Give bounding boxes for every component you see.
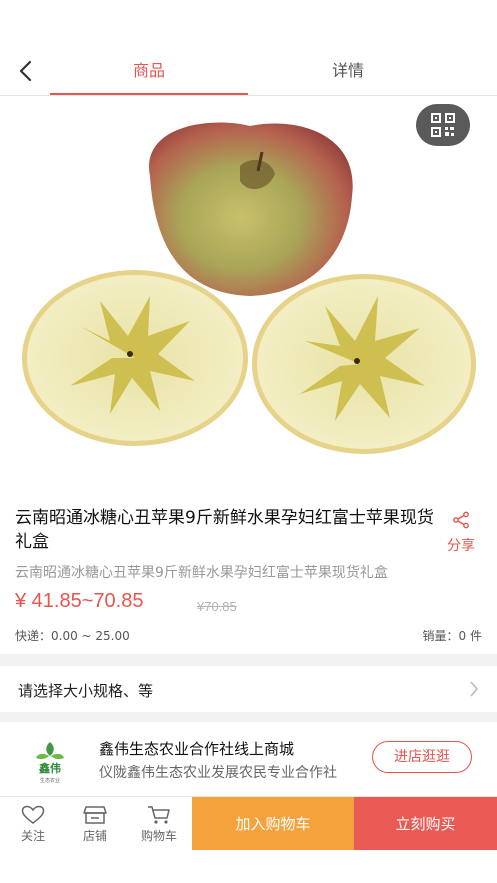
cart-icon [148, 806, 170, 824]
divider [0, 654, 497, 666]
top-nav: 商品 详情 [0, 46, 497, 96]
bottom-action-bar: 关注 店铺 购物车 加入购物车 立刻购买 [0, 796, 497, 851]
divider [0, 712, 497, 722]
shop-name[interactable]: 鑫伟生态农业合作社线上商城 [99, 738, 294, 759]
sales-count: 销量：0 件 [422, 629, 482, 643]
product-image[interactable] [0, 96, 497, 494]
shop-logo-icon: 鑫伟 生态农业 [36, 742, 64, 784]
share-icon [453, 511, 469, 529]
logo-text: 鑫伟 [38, 761, 61, 775]
original-price: ¥70.85 [197, 599, 237, 614]
spec-selector[interactable]: 请选择大小规格、等 [0, 666, 497, 712]
status-bar [0, 0, 497, 46]
heart-icon [21, 805, 45, 824]
qr-code-icon [431, 113, 455, 137]
back-button[interactable] [10, 56, 40, 86]
shipping-fee: 快递：0.00 ~ 25.00 [15, 629, 130, 643]
product-info: 云南昭通冰糖心丑苹果9斤新鲜水果孕妇红富士苹果现货礼盒 分享 云南昭通冰糖心丑苹… [0, 494, 497, 654]
product-subtitle: 云南昭通冰糖心丑苹果9斤新鲜水果孕妇红富士苹果现货礼盒 [15, 565, 388, 581]
store-label: 店铺 [82, 829, 107, 843]
qr-code-button[interactable] [416, 104, 470, 146]
cart-label: 购物车 [140, 829, 177, 843]
logo-subtext: 生态农业 [40, 777, 60, 784]
shop-description: 仪陇鑫伟生态农业发展农民专业合作社 [99, 765, 337, 781]
spec-label: 请选择大小规格、等 [18, 682, 154, 700]
chevron-right-icon [470, 681, 479, 697]
apple-photo [22, 122, 476, 454]
cart-button[interactable]: 购物车 [132, 797, 186, 851]
product-title: 云南昭通冰糖心丑苹果9斤新鲜水果孕妇红富士苹果现货礼盒 [15, 508, 434, 552]
share-button[interactable]: 分享 [443, 511, 479, 555]
store-button[interactable]: 店铺 [68, 797, 122, 851]
home-indicator-area [0, 850, 497, 883]
follow-label: 关注 [20, 829, 45, 843]
chevron-left-icon [19, 60, 32, 82]
follow-button[interactable]: 关注 [6, 797, 60, 851]
share-label: 分享 [447, 538, 475, 554]
add-to-cart-button[interactable]: 加入购物车 [192, 797, 354, 851]
shop-logo[interactable]: 鑫伟 生态农业 [25, 736, 75, 786]
tab-goods[interactable]: 商品 [50, 46, 248, 95]
visit-shop-button[interactable]: 进店逛逛 [372, 741, 472, 773]
store-icon [83, 806, 107, 824]
buy-now-button[interactable]: 立刻购买 [354, 797, 497, 851]
shop-card: 鑫伟 生态农业 鑫伟生态农业合作社线上商城 仪陇鑫伟生态农业发展农民专业合作社 … [0, 722, 497, 796]
product-price: ¥ 41.85~70.85 [15, 590, 144, 612]
tab-detail[interactable]: 详情 [249, 46, 447, 95]
